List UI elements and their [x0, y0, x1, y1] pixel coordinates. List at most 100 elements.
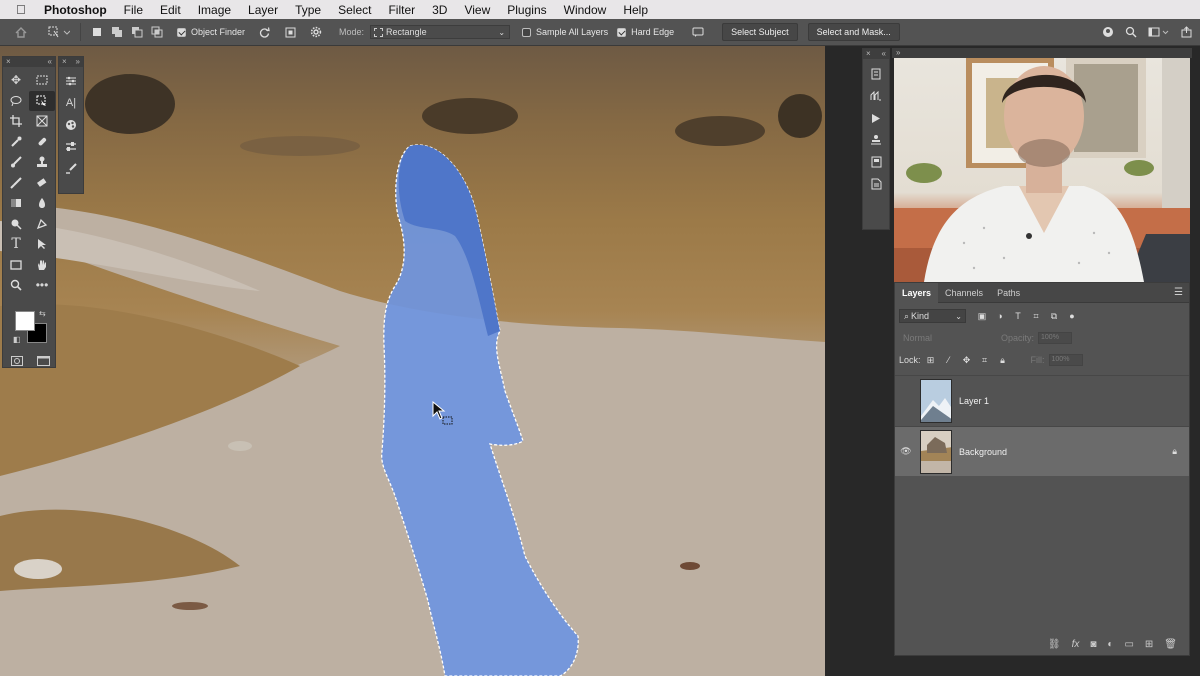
trash-icon[interactable]: 🗑︎	[1164, 639, 1177, 650]
default-colors-icon[interactable]: ◧	[13, 335, 21, 344]
menu-window[interactable]: Window	[564, 3, 607, 17]
lasso-tool-icon[interactable]	[3, 91, 29, 112]
menu-3d[interactable]: 3D	[432, 3, 447, 17]
share-cloud-icon[interactable]	[1098, 26, 1118, 38]
shape-filter-icon[interactable]: ⌗	[1028, 311, 1044, 322]
fx-icon[interactable]: fx	[1072, 639, 1080, 650]
sample-all-layers-option[interactable]: Sample All Layers	[522, 27, 608, 37]
lock-transparent-icon[interactable]: ⊞	[923, 355, 939, 366]
collapse-icon[interactable]: «	[48, 57, 52, 67]
menu-layer[interactable]: Layer	[248, 3, 278, 17]
layer-name[interactable]: Background	[959, 447, 1007, 457]
history-panel-icon[interactable]	[863, 63, 889, 85]
tab-channels[interactable]: Channels	[938, 283, 990, 303]
marquee-tool-icon[interactable]	[29, 70, 55, 91]
adjustments-icon[interactable]	[59, 70, 83, 92]
gradient-tool-icon[interactable]	[3, 193, 29, 214]
history-brush-tool-icon[interactable]	[3, 173, 29, 194]
intersect-selection-icon[interactable]	[147, 26, 167, 38]
menu-help[interactable]: Help	[623, 3, 648, 17]
layer-name[interactable]: Layer 1	[959, 396, 989, 406]
dodge-tool-icon[interactable]	[3, 214, 29, 235]
menu-type[interactable]: Type	[295, 3, 321, 17]
show-all-objects-icon[interactable]	[279, 27, 301, 38]
frame-tool-icon[interactable]	[29, 111, 55, 132]
properties-icon[interactable]	[59, 136, 83, 158]
cloud-comment-icon[interactable]	[688, 27, 708, 37]
object-selection-tool-icon[interactable]	[29, 90, 55, 111]
select-and-mask-button[interactable]: Select and Mask...	[807, 23, 900, 41]
menu-image[interactable]: Image	[198, 3, 231, 17]
character-panel-icon[interactable]: A|	[59, 92, 83, 114]
document-canvas[interactable]	[0, 46, 825, 676]
share-icon[interactable]	[1177, 26, 1197, 38]
eraser-tool-icon[interactable]	[29, 173, 55, 194]
search-icon[interactable]	[1121, 26, 1141, 38]
swap-colors-icon[interactable]: ⇆	[39, 309, 46, 318]
menu-view[interactable]: View	[464, 3, 490, 17]
kind-filter-dropdown[interactable]: ⌕ Kind ⌄	[899, 309, 966, 323]
link-layers-icon[interactable]: ⛓	[1048, 639, 1061, 650]
collapse-icon[interactable]: «	[882, 49, 886, 59]
right-panel-header[interactable]: »	[892, 48, 1192, 58]
secondary-panel-header[interactable]: ×»	[59, 57, 83, 67]
healing-brush-tool-icon[interactable]	[29, 132, 55, 153]
new-layer-icon[interactable]: ⊞	[1145, 639, 1153, 650]
hard-edge-checkbox[interactable]	[617, 27, 627, 37]
brush-settings-icon[interactable]	[59, 158, 83, 180]
play-icon[interactable]	[863, 107, 889, 129]
new-group-icon[interactable]: ▭	[1124, 639, 1133, 650]
lock-artboard-icon[interactable]: ⌗	[977, 355, 993, 366]
sample-all-layers-checkbox[interactable]	[522, 27, 532, 37]
object-selection-tool-preset-icon[interactable]	[44, 26, 74, 38]
menu-filter[interactable]: Filter	[388, 3, 415, 17]
home-icon[interactable]	[12, 26, 30, 38]
adjustment-filter-icon[interactable]: ◑	[992, 311, 1008, 321]
close-icon[interactable]: ×	[6, 57, 11, 67]
tools-panel-header[interactable]: × «	[3, 57, 55, 67]
lock-all-icon[interactable]: 🔒︎	[995, 355, 1011, 366]
path-selection-tool-icon[interactable]	[29, 234, 55, 255]
color-wheel-icon[interactable]	[59, 114, 83, 136]
opacity-field[interactable]: 100%	[1038, 332, 1073, 344]
menu-plugins[interactable]: Plugins	[507, 3, 546, 17]
screen-mode-icon[interactable]	[37, 353, 50, 371]
collapse-icon[interactable]: »	[76, 57, 80, 67]
layer-row-layer-1[interactable]: Layer 1	[895, 375, 1189, 425]
blur-tool-icon[interactable]	[29, 193, 55, 214]
hard-edge-option[interactable]: Hard Edge	[617, 27, 674, 37]
type-filter-icon[interactable]: T	[1010, 311, 1026, 321]
tab-paths[interactable]: Paths	[990, 283, 1027, 303]
adjustment-layer-icon[interactable]: ◐	[1107, 639, 1113, 650]
hand-tool-icon[interactable]	[29, 255, 55, 276]
object-finder-option[interactable]: Object Finder	[177, 27, 245, 37]
collapse-icon[interactable]: »	[896, 48, 900, 57]
settings-gear-icon[interactable]	[305, 26, 327, 38]
clone-stamp-tool-icon[interactable]	[29, 152, 55, 173]
mode-dropdown[interactable]: Rectangle ⌄	[370, 25, 511, 39]
subtract-selection-icon[interactable]	[127, 26, 147, 38]
lock-image-icon[interactable]: ⁄	[941, 355, 957, 365]
move-tool-icon[interactable]: ✥	[3, 70, 29, 91]
lock-position-icon[interactable]: ✥	[959, 355, 975, 366]
type-tool-icon[interactable]: T	[3, 234, 29, 255]
more-tools-icon[interactable]: •••	[29, 275, 55, 296]
menu-app-name[interactable]: Photoshop	[44, 3, 107, 17]
rectangle-tool-icon[interactable]	[3, 255, 29, 276]
menu-file[interactable]: File	[124, 3, 143, 17]
pixel-filter-icon[interactable]: ▣	[974, 311, 990, 322]
add-mask-icon[interactable]: ◙	[1090, 639, 1096, 650]
brush-tool-icon[interactable]	[3, 152, 29, 173]
strip-header[interactable]: × «	[863, 49, 889, 59]
actions-icon[interactable]	[863, 85, 889, 107]
panel-menu-icon[interactable]: ☰	[1174, 287, 1183, 298]
clone-source-icon[interactable]	[863, 129, 889, 151]
tab-layers[interactable]: Layers	[895, 282, 939, 303]
close-icon[interactable]: ×	[62, 57, 67, 67]
quick-mask-icon[interactable]	[11, 353, 23, 371]
new-selection-icon[interactable]	[87, 27, 107, 37]
foreground-color-swatch[interactable]	[15, 311, 35, 331]
crop-tool-icon[interactable]	[3, 111, 29, 132]
smart-object-filter-icon[interactable]: ⧉	[1046, 311, 1062, 322]
menu-edit[interactable]: Edit	[160, 3, 181, 17]
